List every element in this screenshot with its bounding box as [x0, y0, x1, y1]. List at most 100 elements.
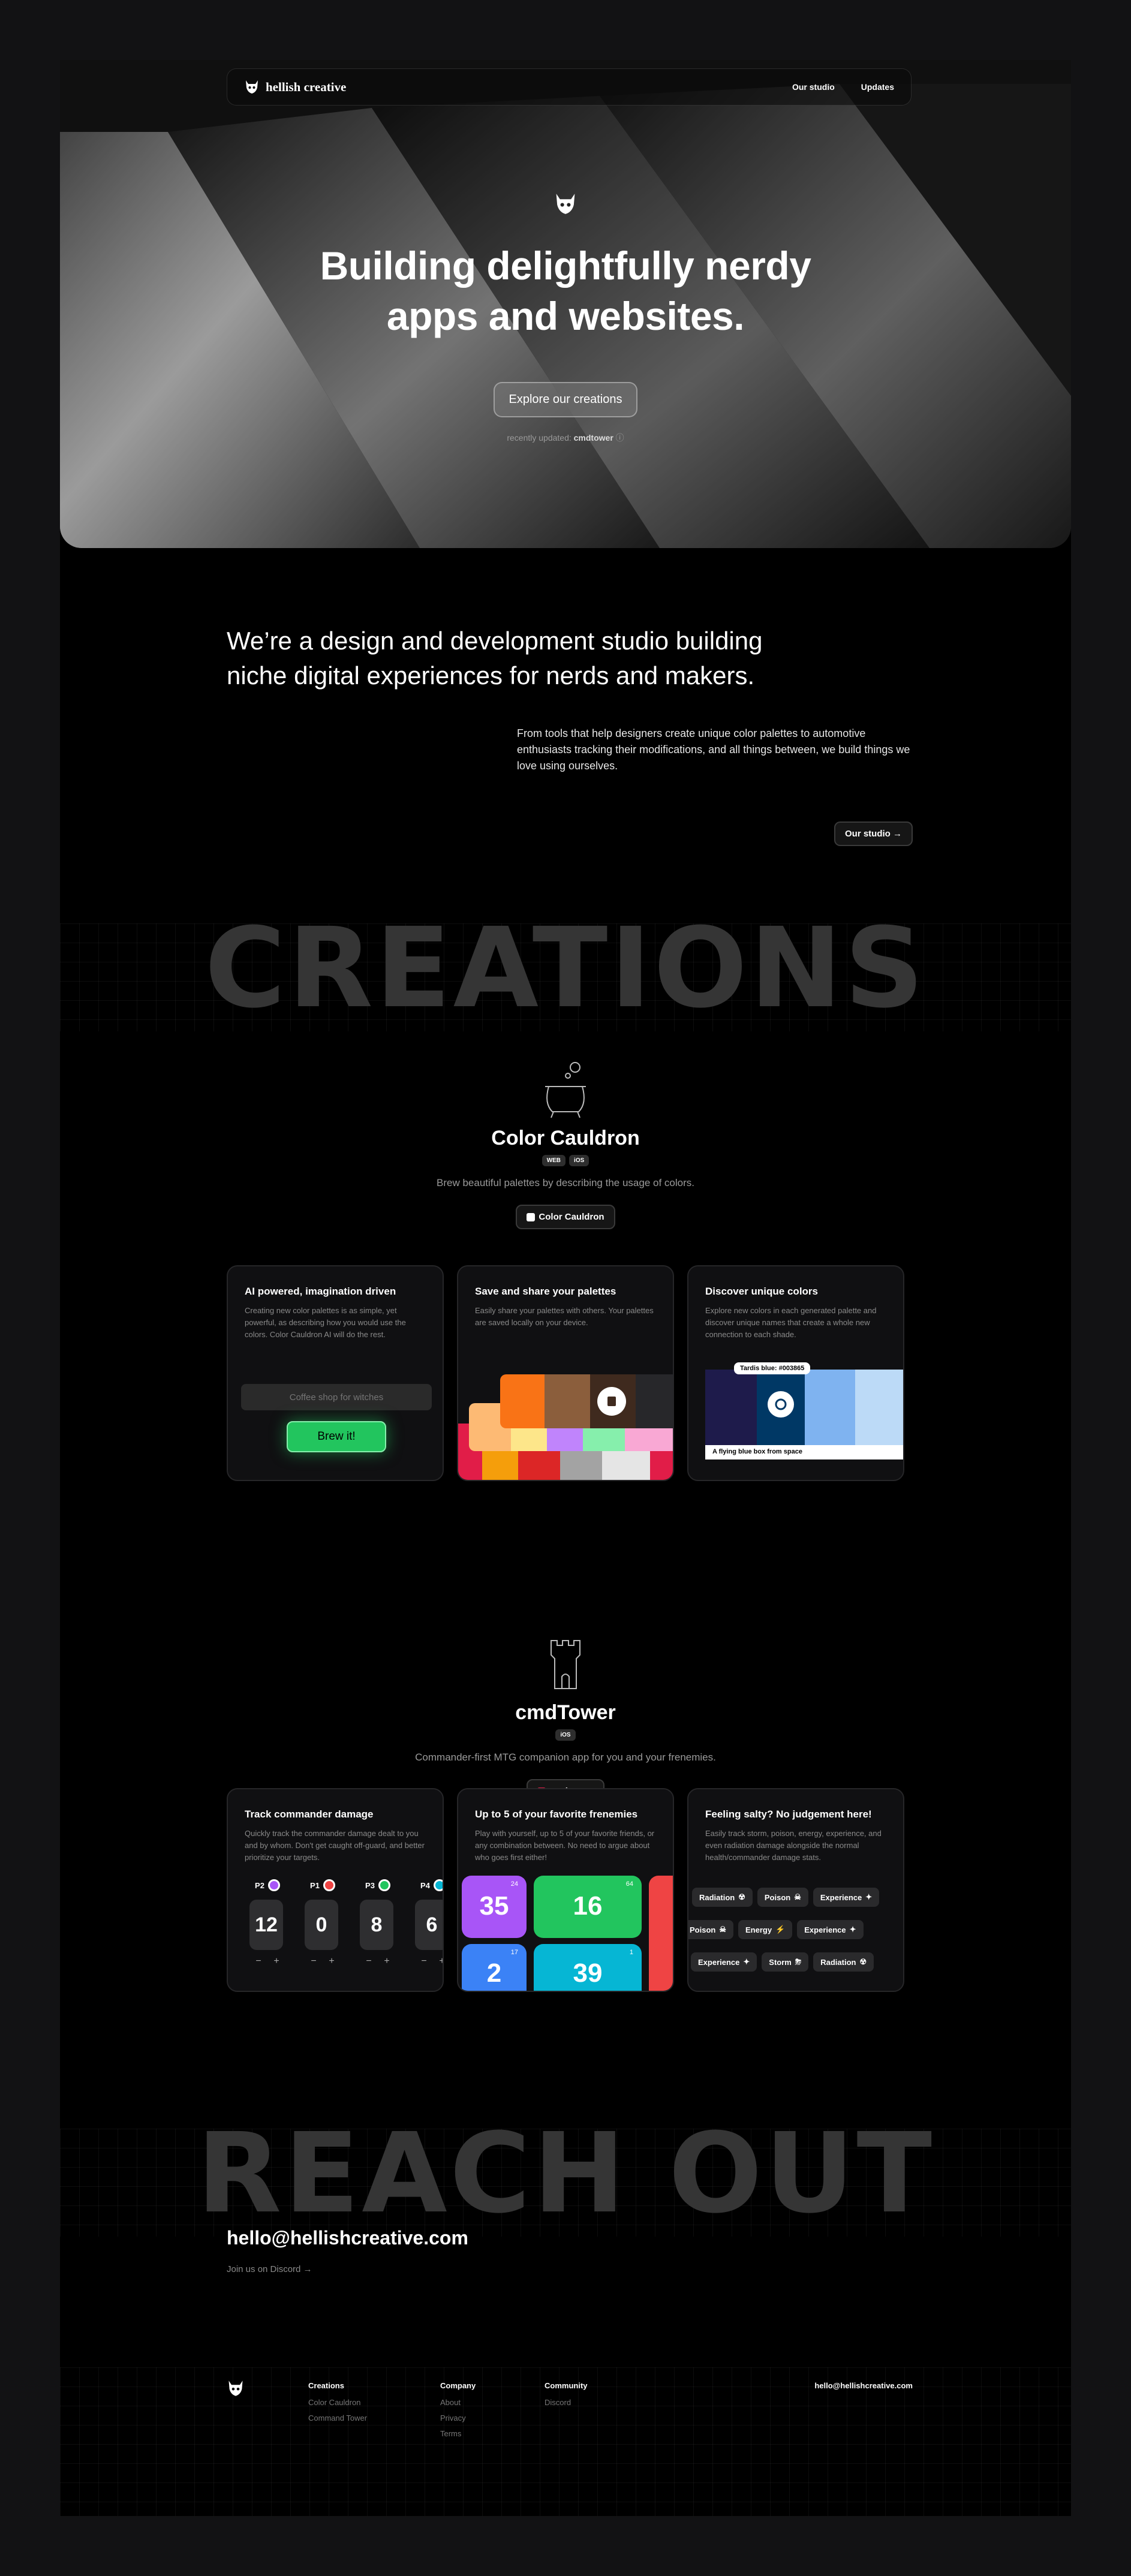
tag-ios: iOS [555, 1729, 576, 1741]
counter-chip[interactable]: Energy ⚡ [738, 1920, 793, 1939]
chip-label: Poison [764, 1892, 791, 1902]
tag-web: WEB [542, 1155, 566, 1166]
player-tile[interactable]: 16 64 [534, 1876, 642, 1938]
damage-value: 8 [360, 1900, 393, 1950]
increment-button[interactable]: + [439, 1956, 443, 1967]
player-tile[interactable]: 35 24 [462, 1876, 527, 1938]
counter-chip[interactable]: Poison ☠ [688, 1920, 733, 1939]
intro-heading: We’re a design and development studio bu… [227, 624, 826, 693]
player-header: P2 [249, 1879, 285, 1891]
counter-type-icon: ☠ [794, 1892, 801, 1901]
discord-link[interactable]: Join us on Discord → [227, 2264, 312, 2274]
chip-label: Radiation [699, 1892, 735, 1902]
counter-chip[interactable]: Radiation ☢ [813, 1952, 874, 1972]
color-name-tooltip: Tardis blue: #003865 [734, 1362, 811, 1374]
creations-title: CREATIONS [204, 904, 927, 1033]
card-text: Easily track storm, poison, energy, expe… [705, 1829, 882, 1862]
decrement-button[interactable]: − [255, 1956, 261, 1967]
increment-button[interactable]: + [329, 1956, 334, 1967]
player-tile[interactable]: 2 17 [462, 1944, 527, 1991]
footer-email[interactable]: hello@hellishcreative.com [814, 2378, 913, 2394]
footer-link-color-cauldron[interactable]: Color Cauldron [308, 2395, 367, 2411]
footer-company: Company About Privacy Terms [440, 2378, 476, 2442]
increment-button[interactable]: + [384, 1956, 389, 1967]
devil-mark-icon [556, 194, 575, 214]
top-nav: hellish creative Our studio Updates [227, 68, 912, 106]
intro-heading-line2: niche digital experiences for nerds and … [227, 661, 755, 690]
increment-button[interactable]: + [273, 1956, 279, 1967]
counter-type-icon: ✦ [849, 1925, 856, 1934]
cauldron-icon [545, 1062, 586, 1118]
card-ai-powered: AI powered, imagination driven Creating … [227, 1265, 444, 1481]
counter-chip[interactable]: Experience ✦ [691, 1952, 757, 1972]
contact-email[interactable]: hello@hellishcreative.com [227, 2227, 468, 2249]
counter-type-icon: ⚡ [775, 1925, 786, 1934]
chip-row: Poison ☠ Energy ⚡ Experience ✦ [688, 1920, 864, 1939]
player-tiles: 35 24 16 64 2 17 39 1 [458, 1876, 673, 1991]
footer-link-discord[interactable]: Discord [545, 2395, 588, 2411]
our-studio-button[interactable]: Our studio → [834, 821, 913, 846]
card-text: Explore new colors in each generated pal… [705, 1306, 877, 1339]
player-label: P3 [365, 1880, 375, 1890]
player-color-dot [433, 1879, 443, 1891]
counter-type-icon: ✦ [743, 1957, 750, 1966]
counter-chip[interactable]: Poison ☠ [757, 1888, 808, 1907]
player-counter: P1 0 − + [305, 1879, 341, 1967]
life-total: 39 [573, 1958, 603, 1988]
footer-link-privacy[interactable]: Privacy [440, 2411, 476, 2426]
decrement-button[interactable]: − [311, 1956, 316, 1967]
recently-updated: recently updated: cmdtower ⓘ [60, 432, 1071, 444]
player-counter: P4 6 − + [415, 1879, 443, 1967]
intro-heading-line1: We’re a design and development studio bu… [227, 627, 763, 655]
card-title: AI powered, imagination driven [245, 1286, 396, 1297]
footer-community: Community Discord [545, 2378, 588, 2411]
life-total: 2 [486, 1958, 502, 1988]
nav-updates[interactable]: Updates [861, 82, 894, 92]
chip-label: Poison [690, 1925, 716, 1934]
player-label: P4 [420, 1880, 430, 1890]
chip-label: Experience [698, 1957, 740, 1967]
recently-updated-link[interactable]: cmdtower [574, 433, 613, 443]
recently-updated-label: recently updated: [507, 433, 571, 443]
page-frame: hellish creative Our studio Updates Buil… [60, 60, 1071, 2516]
card-frenemies: Up to 5 of your favorite frenemies Play … [457, 1788, 674, 1992]
footer-link-command-tower[interactable]: Command Tower [308, 2411, 367, 2426]
product-name: Color Cauldron [491, 1127, 640, 1149]
counter-chip[interactable]: Radiation ☢ [692, 1888, 753, 1907]
card-text: Quickly track the commander damage dealt… [245, 1829, 425, 1862]
counter-type-icon: ☠ [719, 1925, 726, 1934]
palette-stack-illustration [458, 1374, 673, 1480]
palette-prompt-input[interactable] [241, 1384, 432, 1410]
mini-counter: 64 [625, 1880, 633, 1888]
player-header: P1 [305, 1879, 341, 1891]
life-total: 35 [479, 1891, 509, 1921]
footer-link-about[interactable]: About [440, 2395, 476, 2411]
footer-logo-icon[interactable] [227, 2379, 245, 2397]
decrement-button[interactable]: − [421, 1956, 426, 1967]
tag-ios: iOS [569, 1155, 589, 1166]
hero-title-line2: apps and websites. [386, 294, 745, 338]
chip-label: Energy [745, 1925, 772, 1934]
footer-heading: Creations [308, 2381, 344, 2390]
counter-chip[interactable]: Experience ✦ [813, 1888, 880, 1907]
color-cauldron-link[interactable]: Color Cauldron [516, 1205, 615, 1229]
player-tile[interactable]: 39 1 [534, 1944, 642, 1991]
player-counter: P3 8 − + [360, 1879, 396, 1967]
mini-counter: 24 [510, 1880, 518, 1888]
counter-chip[interactable]: Experience ✦ [797, 1920, 864, 1939]
player-tile-partial[interactable] [649, 1876, 673, 1991]
chip-label: Experience [804, 1925, 846, 1934]
player-header: P4 [415, 1879, 443, 1891]
app-icon [527, 1212, 536, 1221]
player-label: P2 [255, 1880, 264, 1890]
brew-button[interactable]: Brew it! [287, 1421, 386, 1452]
decrement-button[interactable]: − [366, 1956, 371, 1967]
counter-chip[interactable]: Storm ⛈ [762, 1952, 809, 1972]
nav-our-studio[interactable]: Our studio [792, 82, 835, 92]
tower-icon [551, 1640, 580, 1689]
card-title: Feeling salty? No judgement here! [705, 1808, 872, 1820]
footer-link-terms[interactable]: Terms [440, 2426, 476, 2442]
reach-out-title: REACH OUT [196, 2109, 935, 2238]
brand-logo[interactable]: hellish creative [244, 79, 346, 95]
explore-creations-button[interactable]: Explore our creations [493, 382, 638, 417]
